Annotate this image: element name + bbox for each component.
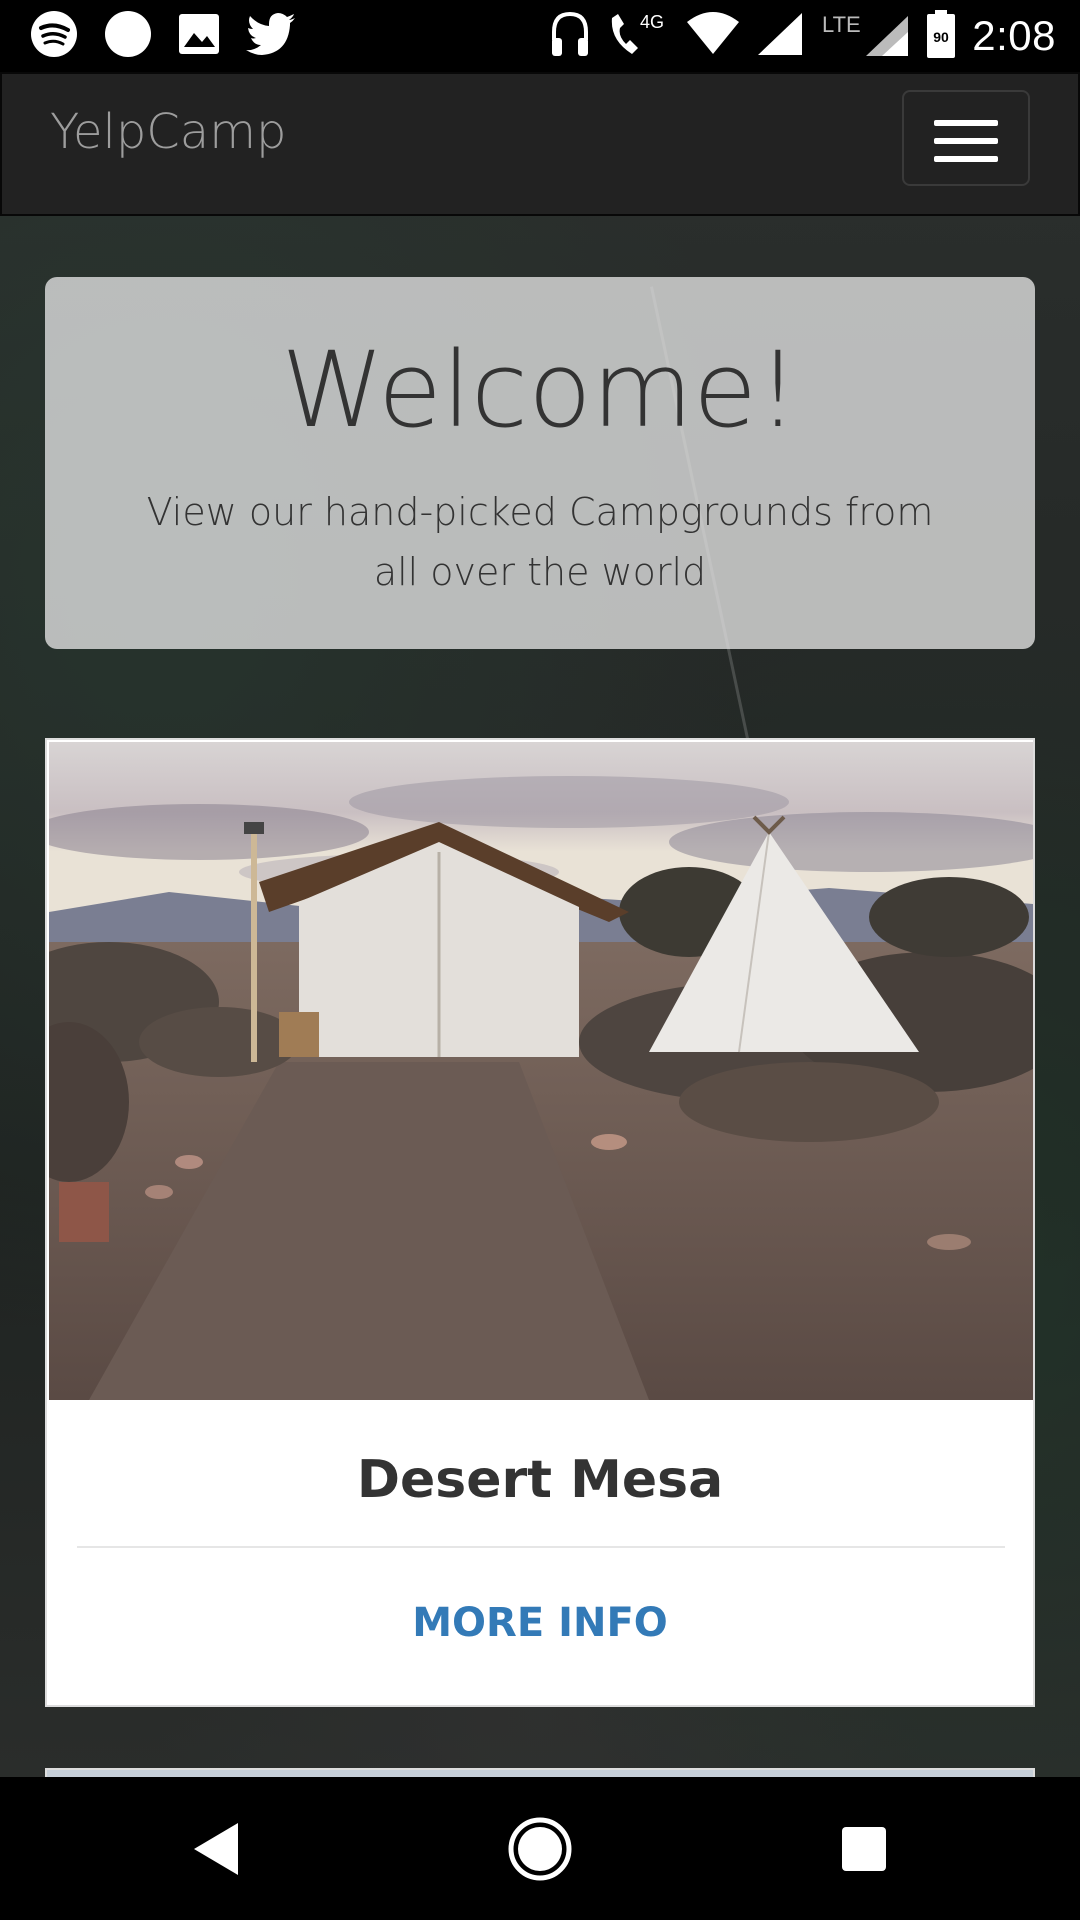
campground-card: Desert Mesa MORE INFO xyxy=(45,738,1035,1707)
wifi-icon xyxy=(686,12,740,60)
back-triangle-icon xyxy=(194,1823,238,1875)
more-info-link[interactable]: MORE INFO xyxy=(47,1600,1033,1646)
home-circle-icon xyxy=(508,1817,572,1881)
back-button[interactable] xyxy=(176,1807,260,1891)
recents-button[interactable] xyxy=(822,1807,906,1891)
status-left xyxy=(30,10,296,62)
spotify-icon xyxy=(30,10,78,62)
system-navigation-bar xyxy=(0,1777,1080,1920)
wifi-call-icon: 4G xyxy=(606,10,670,62)
card-divider xyxy=(77,1546,1005,1548)
top-navbar: YelpCamp xyxy=(0,72,1080,216)
campground-name: Desert Mesa xyxy=(356,1450,724,1510)
status-right: 4G LTE 90 2:08 xyxy=(550,10,1056,62)
svg-text:LTE: LTE xyxy=(822,12,861,37)
battery-icon: 90 xyxy=(926,10,956,62)
screen: 4G LTE 90 2:08 YelpCamp Welcome! View ou… xyxy=(0,0,1080,1920)
svg-text:90: 90 xyxy=(933,29,949,45)
welcome-title: Welcome! xyxy=(281,329,799,451)
campground-image[interactable] xyxy=(49,742,1033,1400)
recents-square-icon xyxy=(842,1827,886,1871)
home-button[interactable] xyxy=(498,1807,582,1891)
svg-text:4G: 4G xyxy=(640,12,664,32)
welcome-subtitle: View our hand-picked Campgrounds from al… xyxy=(146,490,934,594)
clock-time: 2:08 xyxy=(972,12,1056,59)
welcome-jumbotron: Welcome! View our hand-picked Campground… xyxy=(45,277,1035,649)
navbar-toggle-button[interactable] xyxy=(902,90,1030,186)
twitter-icon xyxy=(246,13,296,59)
headphones-icon xyxy=(550,10,590,62)
lte-signal-icon: LTE xyxy=(820,10,910,62)
brand-link[interactable]: YelpCamp xyxy=(50,104,286,160)
status-bar: 4G LTE 90 2:08 xyxy=(0,0,1080,72)
image-icon xyxy=(178,13,220,59)
circle-notification-icon xyxy=(104,10,152,62)
signal-icon xyxy=(756,11,804,61)
